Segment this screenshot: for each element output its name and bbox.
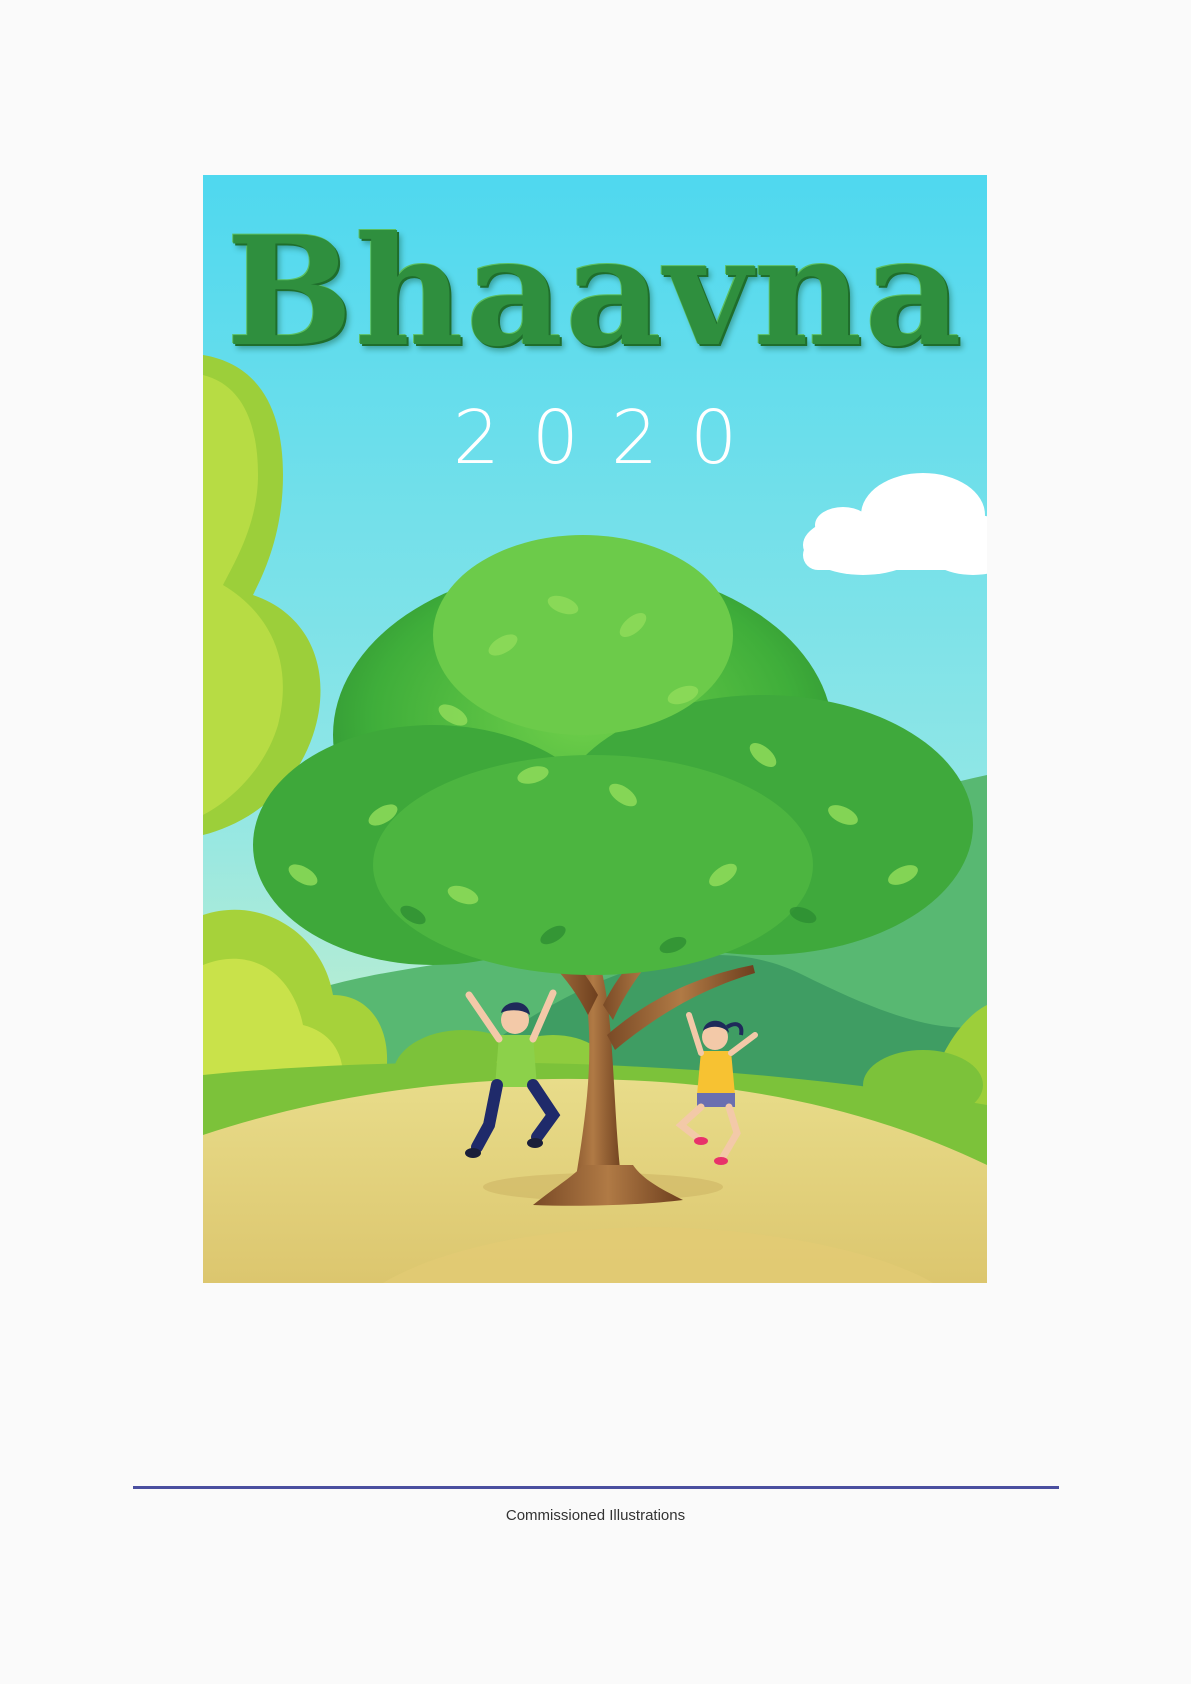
footer-caption: Commissioned Illustrations bbox=[505, 1507, 686, 1524]
footer-divider bbox=[133, 1486, 1059, 1489]
document-page: Bhaavna 2020 Commissioned Illustrations bbox=[0, 0, 1191, 1684]
cover-illustration: Bhaavna 2020 bbox=[203, 175, 987, 1283]
cover-title: Bhaavna bbox=[226, 204, 964, 380]
cover-year: 2020 bbox=[452, 395, 770, 481]
